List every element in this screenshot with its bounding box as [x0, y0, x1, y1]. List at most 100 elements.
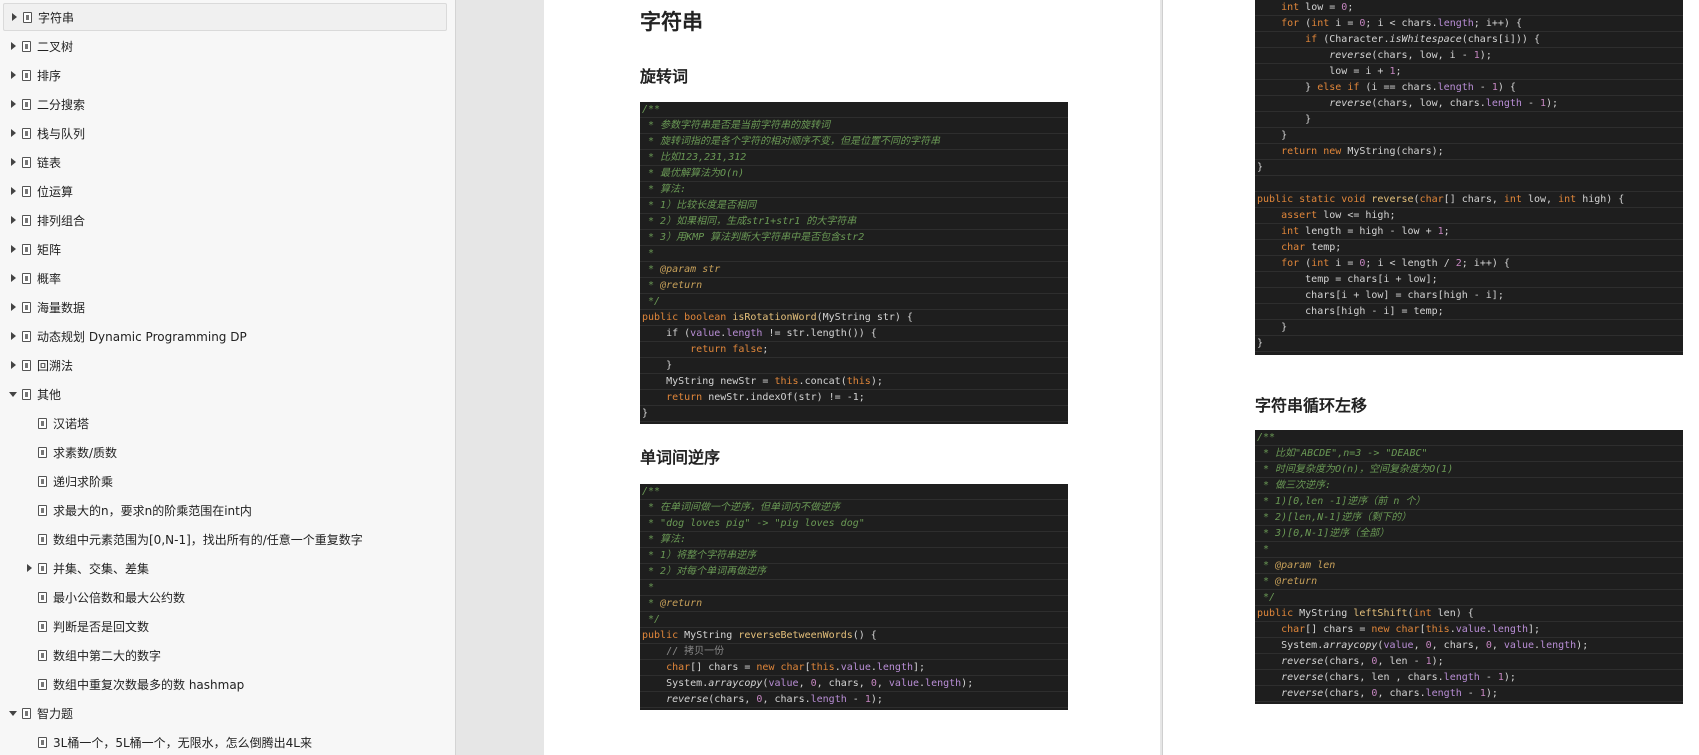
sidebar-item[interactable]: 数组中元素范围为[0,N-1]，找出所有的/任意一个重复数字	[0, 525, 363, 553]
code-line: */	[1255, 590, 1683, 606]
collapse-triangle-icon[interactable]	[8, 360, 18, 370]
code-token: public boolean	[642, 312, 733, 323]
collapse-triangle-icon[interactable]	[8, 157, 18, 167]
code-token: -	[1461, 688, 1480, 699]
sidebar-item[interactable]: 最小公倍数和最大公约数	[0, 583, 185, 611]
collapse-triangle-icon[interactable]	[8, 302, 18, 312]
bookmark-icon	[38, 475, 47, 487]
code-line: * 比如123,231,312	[640, 150, 1068, 166]
code-token: this	[810, 662, 835, 673]
code-token: ; i < length /	[1365, 258, 1456, 269]
code-token: reverseBetweenWords	[738, 630, 853, 641]
sidebar-item[interactable]: 概率	[0, 264, 61, 292]
collapse-triangle-icon[interactable]	[8, 186, 18, 196]
code-token: }	[642, 408, 649, 419]
sidebar-item[interactable]: 3L桶一个，5L桶一个，无限水，怎么倒腾出4L来	[0, 728, 312, 755]
code-line: * 2）对每个单词再做逆序	[640, 564, 1068, 580]
code-token: -1	[846, 392, 859, 403]
collapse-triangle-icon[interactable]	[8, 273, 18, 283]
code-token: value	[768, 678, 799, 689]
collapse-triangle-icon[interactable]	[8, 70, 18, 80]
bookmark-icon	[22, 98, 31, 110]
code-token: ,	[798, 678, 811, 689]
code-token: value	[1455, 624, 1486, 635]
code-line: char[] chars = new char[this.value.lengt…	[640, 660, 1068, 676]
sidebar-item[interactable]: 二分搜索	[0, 90, 85, 118]
code-token: new char	[756, 662, 805, 673]
bookmark-icon	[38, 446, 47, 458]
sidebar-item-label: 矩阵	[37, 242, 62, 257]
code-line: * 算法:	[640, 182, 1068, 198]
sidebar-item[interactable]: 排列组合	[0, 206, 85, 234]
code-token: @param	[660, 264, 697, 275]
sidebar-item-label: 栈与队列	[37, 126, 86, 141]
sidebar-item[interactable]: 数组中重复次数最多的数 hashmap	[0, 670, 244, 698]
sidebar-item-label: 数组中重复次数最多的数 hashmap	[53, 677, 245, 692]
code-token: high) {	[1582, 194, 1625, 205]
sidebar-item[interactable]: 并集、交集、差集	[0, 554, 149, 582]
code-token: new char	[1371, 624, 1420, 635]
expand-triangle-icon[interactable]	[8, 708, 18, 718]
code-token: */	[1257, 592, 1276, 603]
sidebar-item[interactable]: 求最大的n，要求n的阶乘范围在int内	[0, 496, 252, 524]
code-token: chars[high - i] = temp;	[1257, 306, 1444, 317]
collapse-triangle-icon[interactable]	[8, 128, 18, 138]
sidebar-item-label: 回溯法	[37, 358, 74, 373]
sidebar-item[interactable]: 智力题	[0, 699, 73, 727]
sidebar-item[interactable]: 回溯法	[0, 351, 73, 379]
sidebar-item[interactable]: 递归求阶乘	[0, 467, 113, 495]
code-line: reverse(chars, 0, chars.length - 1);	[1255, 686, 1683, 702]
sidebar-item[interactable]: 二叉树	[0, 32, 73, 60]
sidebar-item[interactable]: 判断是否是回文数	[0, 612, 149, 640]
collapse-triangle-icon[interactable]	[24, 563, 34, 573]
code-token: */	[642, 296, 661, 307]
code-token: int	[1257, 226, 1306, 237]
code-token: this	[774, 376, 799, 387]
sidebar-item[interactable]: 栈与队列	[0, 119, 85, 147]
sidebar-item[interactable]: 数组中第二大的数字	[0, 641, 161, 669]
code-token: @return	[1275, 576, 1318, 587]
code-token: *	[642, 280, 661, 291]
bookmark-icon	[38, 417, 47, 429]
code-token: ; i < chars.	[1365, 18, 1438, 29]
code-line: int length = high - low + 1;	[1255, 224, 1683, 240]
code-token: isRotationWord	[732, 312, 817, 323]
code-token: assert	[1257, 210, 1324, 221]
collapse-triangle-icon[interactable]	[9, 12, 19, 22]
collapse-triangle-icon[interactable]	[8, 331, 18, 341]
sidebar-item[interactable]: 排序	[0, 61, 61, 89]
code-token: length = high - low +	[1305, 226, 1438, 237]
collapse-triangle-icon[interactable]	[8, 99, 18, 109]
code-line: */	[640, 294, 1068, 310]
sidebar-item[interactable]: 汉诺塔	[0, 409, 89, 437]
collapse-triangle-icon[interactable]	[8, 215, 18, 225]
code-token: reverse	[666, 694, 709, 705]
code-token: * 2)[len,N-1]逆序（剩下的）	[1257, 512, 1412, 523]
sidebar-item[interactable]: 其他	[0, 380, 61, 408]
collapse-triangle-icon[interactable]	[8, 41, 18, 51]
code-token: /**	[1257, 432, 1276, 443]
code-token: newStr.indexOf(str) !=	[708, 392, 847, 403]
expand-triangle-icon[interactable]	[8, 389, 18, 399]
code-token: *	[642, 248, 655, 259]
sidebar-item[interactable]: 矩阵	[0, 235, 61, 263]
sidebar-item[interactable]: 字符串	[3, 3, 447, 31]
code-token: reverse	[1371, 194, 1414, 205]
code-token: ;	[1443, 226, 1450, 237]
bookmark-icon	[22, 127, 31, 139]
code-token: ;	[858, 392, 865, 403]
sidebar-item[interactable]: 求素数/质数	[0, 438, 117, 466]
code-token: (chars, low, i -	[1371, 50, 1474, 61]
sidebar-item[interactable]: 位运算	[0, 177, 73, 205]
code-token: ;	[1347, 2, 1354, 13]
sidebar-item-label: 判断是否是回文数	[53, 619, 150, 634]
code-token: ; i++) {	[1461, 258, 1510, 269]
sidebar-item[interactable]: 海量数据	[0, 293, 85, 321]
code-token: char	[1257, 242, 1312, 253]
collapse-triangle-icon[interactable]	[8, 244, 18, 254]
sidebar-item[interactable]: 动态规划 Dynamic Programming DP	[0, 322, 247, 350]
sidebar-item[interactable]: 链表	[0, 148, 61, 176]
code-line: chars[high - i] = temp;	[1255, 304, 1683, 320]
sidebar-item-label: 排列组合	[37, 213, 86, 228]
